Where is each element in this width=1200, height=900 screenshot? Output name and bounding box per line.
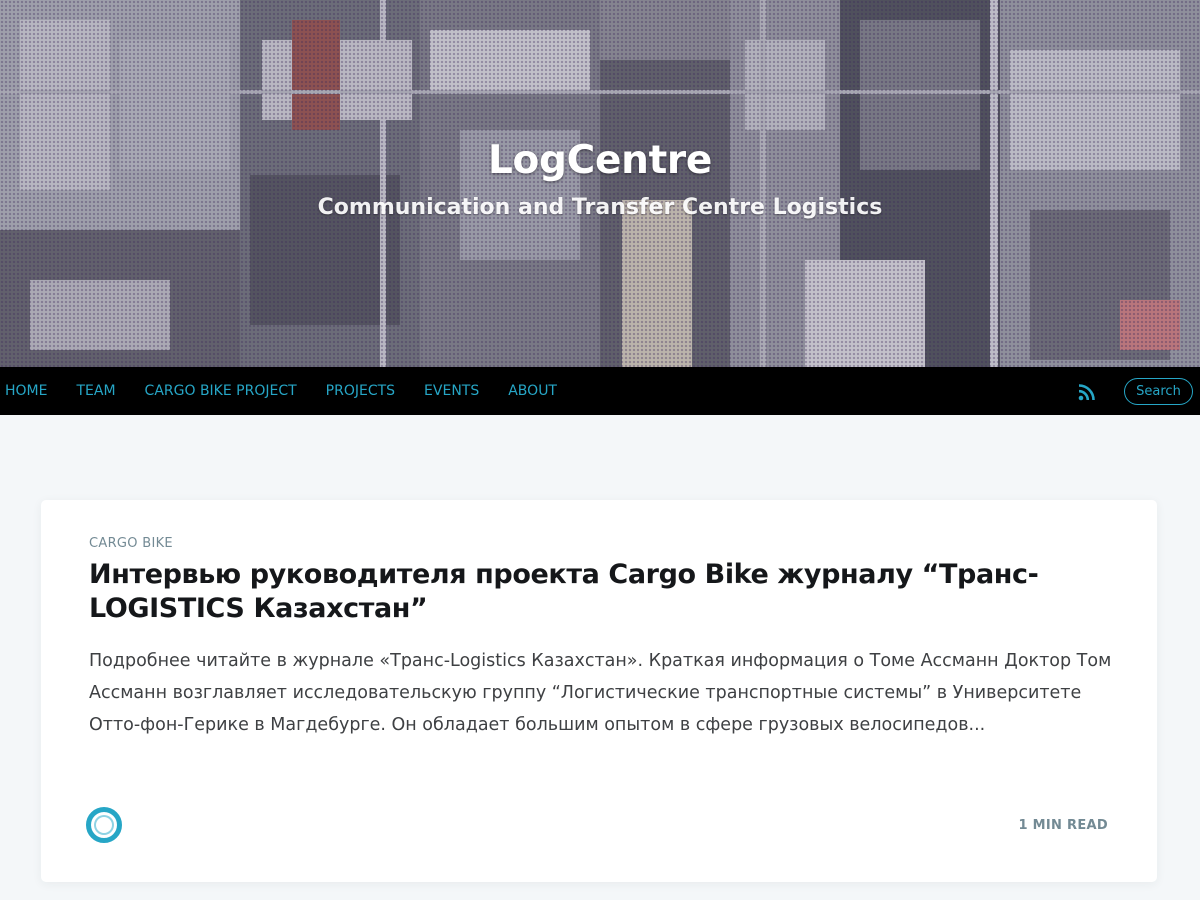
site-description: Communication and Transfer Centre Logist… [317, 195, 883, 220]
nav-item-team[interactable]: TEAM [76, 383, 115, 399]
post-excerpt[interactable]: Подробнее читайте в журнале «Транс-Logis… [89, 645, 1124, 741]
main-nav: HOME TEAM CARGO BIKE PROJECT PROJECTS EV… [0, 367, 1200, 415]
author-avatar-icon[interactable] [86, 807, 122, 843]
post-card[interactable]: CARGO BIKE Интервью руководителя проекта… [41, 500, 1157, 882]
nav-item-cargo-bike-project[interactable]: CARGO BIKE PROJECT [145, 383, 297, 399]
search-button[interactable]: Search [1124, 378, 1193, 405]
nav-item-about[interactable]: ABOUT [508, 383, 557, 399]
nav-item-home[interactable]: HOME [5, 383, 47, 399]
header-halftone [0, 0, 1200, 367]
nav-item-events[interactable]: EVENTS [424, 383, 479, 399]
rss-icon[interactable] [1078, 383, 1096, 401]
site-title[interactable]: LogCentre [0, 138, 1200, 183]
post-title[interactable]: Интервью руководителя проекта Cargo Bike… [89, 558, 1099, 626]
nav-item-projects[interactable]: PROJECTS [326, 383, 395, 399]
site-header: LogCentre Communication and Transfer Cen… [0, 0, 1200, 367]
post-tag[interactable]: CARGO BIKE [89, 536, 173, 551]
reading-time: 1 MIN READ [1018, 818, 1108, 833]
nav-list: HOME TEAM CARGO BIKE PROJECT PROJECTS EV… [5, 367, 586, 415]
